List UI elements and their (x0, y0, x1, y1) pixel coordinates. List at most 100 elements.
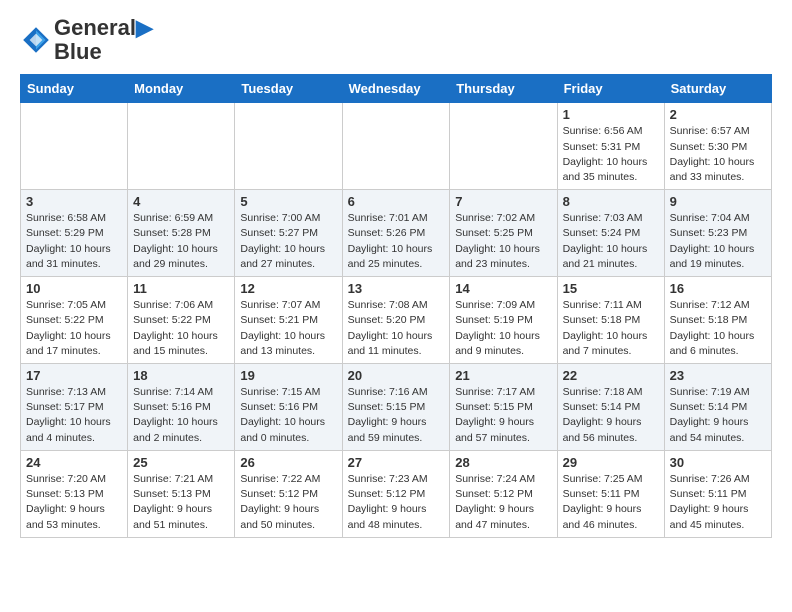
day-info: Sunrise: 7:18 AMSunset: 5:14 PMDaylight:… (563, 385, 659, 446)
calendar-day-cell (450, 103, 557, 190)
day-number: 7 (455, 194, 551, 209)
day-info: Sunrise: 7:12 AMSunset: 5:18 PMDaylight:… (670, 298, 766, 359)
day-number: 9 (670, 194, 766, 209)
day-info: Sunrise: 7:03 AMSunset: 5:24 PMDaylight:… (563, 211, 659, 272)
day-info: Sunrise: 7:05 AMSunset: 5:22 PMDaylight:… (26, 298, 122, 359)
calendar-day-cell: 7 Sunrise: 7:02 AMSunset: 5:25 PMDaylight… (450, 190, 557, 277)
calendar-day-cell: 12 Sunrise: 7:07 AMSunset: 5:21 PMDayligh… (235, 277, 342, 364)
calendar-header-row: SundayMondayTuesdayWednesdayThursdayFrid… (21, 75, 772, 103)
day-number: 14 (455, 281, 551, 296)
day-number: 1 (563, 107, 659, 122)
calendar-day-cell: 26Sunrise: 7:22 AMSunset: 5:12 PMDayligh… (235, 450, 342, 537)
day-info: Sunrise: 7:19 AMSunset: 5:14 PMDaylight:… (670, 385, 766, 446)
day-number: 8 (563, 194, 659, 209)
calendar-day-cell: 25 Sunrise: 7:21 AMSunset: 5:13 PMDayligh… (128, 450, 235, 537)
day-number: 2 (670, 107, 766, 122)
calendar-day-cell: 8 Sunrise: 7:03 AMSunset: 5:24 PMDaylight… (557, 190, 664, 277)
calendar-day-cell: 14 Sunrise: 7:09 AMSunset: 5:19 PMDayligh… (450, 277, 557, 364)
calendar-day-cell: 6 Sunrise: 7:01 AMSunset: 5:26 PMDaylight… (342, 190, 450, 277)
calendar-day-cell: 10 Sunrise: 7:05 AMSunset: 5:22 PMDayligh… (21, 277, 128, 364)
day-info: Sunrise: 6:59 AMSunset: 5:28 PMDaylight:… (133, 211, 229, 272)
calendar-day-cell: 4 Sunrise: 6:59 AMSunset: 5:28 PMDaylight… (128, 190, 235, 277)
day-number: 20 (348, 368, 445, 383)
page: General▶ Blue SundayMondayTuesdayWednesd… (0, 0, 792, 558)
day-info: Sunrise: 6:58 AMSunset: 5:29 PMDaylight:… (26, 211, 122, 272)
calendar-day-cell (235, 103, 342, 190)
calendar-day-cell: 19Sunrise: 7:15 AMSunset: 5:16 PMDayligh… (235, 364, 342, 451)
day-info: Sunrise: 7:00 AMSunset: 5:27 PMDaylight:… (240, 211, 336, 272)
logo: General▶ Blue (20, 16, 153, 64)
calendar-day-cell: 23 Sunrise: 7:19 AMSunset: 5:14 PMDayligh… (664, 364, 771, 451)
day-info: Sunrise: 7:14 AMSunset: 5:16 PMDaylight:… (133, 385, 229, 446)
calendar-day-cell: 21Sunrise: 7:17 AMSunset: 5:15 PMDayligh… (450, 364, 557, 451)
calendar-day-cell: 20 Sunrise: 7:16 AMSunset: 5:15 PMDayligh… (342, 364, 450, 451)
calendar-week-row: 3 Sunrise: 6:58 AMSunset: 5:29 PMDaylight… (21, 190, 772, 277)
day-of-week-header: Tuesday (235, 75, 342, 103)
calendar-week-row: 24 Sunrise: 7:20 AMSunset: 5:13 PMDayligh… (21, 450, 772, 537)
calendar-day-cell (21, 103, 128, 190)
day-info: Sunrise: 7:20 AMSunset: 5:13 PMDaylight:… (26, 472, 122, 533)
day-info: Sunrise: 7:04 AMSunset: 5:23 PMDaylight:… (670, 211, 766, 272)
calendar-day-cell: 30 Sunrise: 7:26 AMSunset: 5:11 PMDayligh… (664, 450, 771, 537)
calendar-day-cell (342, 103, 450, 190)
day-number: 30 (670, 455, 766, 470)
day-number: 17 (26, 368, 122, 383)
day-number: 24 (26, 455, 122, 470)
day-info: Sunrise: 7:11 AMSunset: 5:18 PMDaylight:… (563, 298, 659, 359)
day-of-week-header: Wednesday (342, 75, 450, 103)
day-info: Sunrise: 6:56 AMSunset: 5:31 PMDaylight:… (563, 124, 659, 185)
calendar-day-cell: 9 Sunrise: 7:04 AMSunset: 5:23 PMDaylight… (664, 190, 771, 277)
calendar-day-cell: 11Sunrise: 7:06 AMSunset: 5:22 PMDayligh… (128, 277, 235, 364)
logo-text: General▶ Blue (54, 16, 153, 64)
header: General▶ Blue (20, 16, 772, 64)
day-info: Sunrise: 7:02 AMSunset: 5:25 PMDaylight:… (455, 211, 551, 272)
calendar-day-cell: 5Sunrise: 7:00 AMSunset: 5:27 PMDaylight… (235, 190, 342, 277)
day-number: 10 (26, 281, 122, 296)
calendar-day-cell: 2Sunrise: 6:57 AMSunset: 5:30 PMDaylight… (664, 103, 771, 190)
day-number: 15 (563, 281, 659, 296)
calendar-day-cell: 28 Sunrise: 7:24 AMSunset: 5:12 PMDayligh… (450, 450, 557, 537)
logo-icon (20, 24, 52, 56)
day-number: 16 (670, 281, 766, 296)
calendar-week-row: 10 Sunrise: 7:05 AMSunset: 5:22 PMDayligh… (21, 277, 772, 364)
day-info: Sunrise: 7:15 AMSunset: 5:16 PMDaylight:… (240, 385, 336, 446)
calendar-day-cell: 13Sunrise: 7:08 AMSunset: 5:20 PMDayligh… (342, 277, 450, 364)
day-number: 25 (133, 455, 229, 470)
calendar-day-cell: 16 Sunrise: 7:12 AMSunset: 5:18 PMDayligh… (664, 277, 771, 364)
day-info: Sunrise: 7:07 AMSunset: 5:21 PMDaylight:… (240, 298, 336, 359)
day-number: 28 (455, 455, 551, 470)
day-number: 12 (240, 281, 336, 296)
calendar-day-cell: 3 Sunrise: 6:58 AMSunset: 5:29 PMDaylight… (21, 190, 128, 277)
day-number: 11 (133, 281, 229, 296)
day-number: 6 (348, 194, 445, 209)
day-info: Sunrise: 7:01 AMSunset: 5:26 PMDaylight:… (348, 211, 445, 272)
day-info: Sunrise: 7:08 AMSunset: 5:20 PMDaylight:… (348, 298, 445, 359)
day-number: 18 (133, 368, 229, 383)
day-info: Sunrise: 7:16 AMSunset: 5:15 PMDaylight:… (348, 385, 445, 446)
day-number: 29 (563, 455, 659, 470)
calendar-day-cell (128, 103, 235, 190)
day-of-week-header: Friday (557, 75, 664, 103)
day-info: Sunrise: 7:13 AMSunset: 5:17 PMDaylight:… (26, 385, 122, 446)
day-number: 23 (670, 368, 766, 383)
calendar-week-row: 17 Sunrise: 7:13 AMSunset: 5:17 PMDayligh… (21, 364, 772, 451)
day-number: 21 (455, 368, 551, 383)
day-number: 3 (26, 194, 122, 209)
day-info: Sunrise: 7:22 AMSunset: 5:12 PMDaylight:… (240, 472, 336, 533)
day-of-week-header: Thursday (450, 75, 557, 103)
calendar-table: SundayMondayTuesdayWednesdayThursdayFrid… (20, 74, 772, 537)
day-info: Sunrise: 7:21 AMSunset: 5:13 PMDaylight:… (133, 472, 229, 533)
day-info: Sunrise: 7:09 AMSunset: 5:19 PMDaylight:… (455, 298, 551, 359)
calendar-day-cell: 1 Sunrise: 6:56 AMSunset: 5:31 PMDaylight… (557, 103, 664, 190)
day-number: 27 (348, 455, 445, 470)
calendar-body: 1 Sunrise: 6:56 AMSunset: 5:31 PMDaylight… (21, 103, 772, 537)
day-info: Sunrise: 7:26 AMSunset: 5:11 PMDaylight:… (670, 472, 766, 533)
calendar-day-cell: 17 Sunrise: 7:13 AMSunset: 5:17 PMDayligh… (21, 364, 128, 451)
day-of-week-header: Sunday (21, 75, 128, 103)
day-number: 4 (133, 194, 229, 209)
day-of-week-header: Monday (128, 75, 235, 103)
day-info: Sunrise: 7:23 AMSunset: 5:12 PMDaylight:… (348, 472, 445, 533)
day-info: Sunrise: 7:24 AMSunset: 5:12 PMDaylight:… (455, 472, 551, 533)
calendar-day-cell: 15 Sunrise: 7:11 AMSunset: 5:18 PMDayligh… (557, 277, 664, 364)
day-number: 22 (563, 368, 659, 383)
